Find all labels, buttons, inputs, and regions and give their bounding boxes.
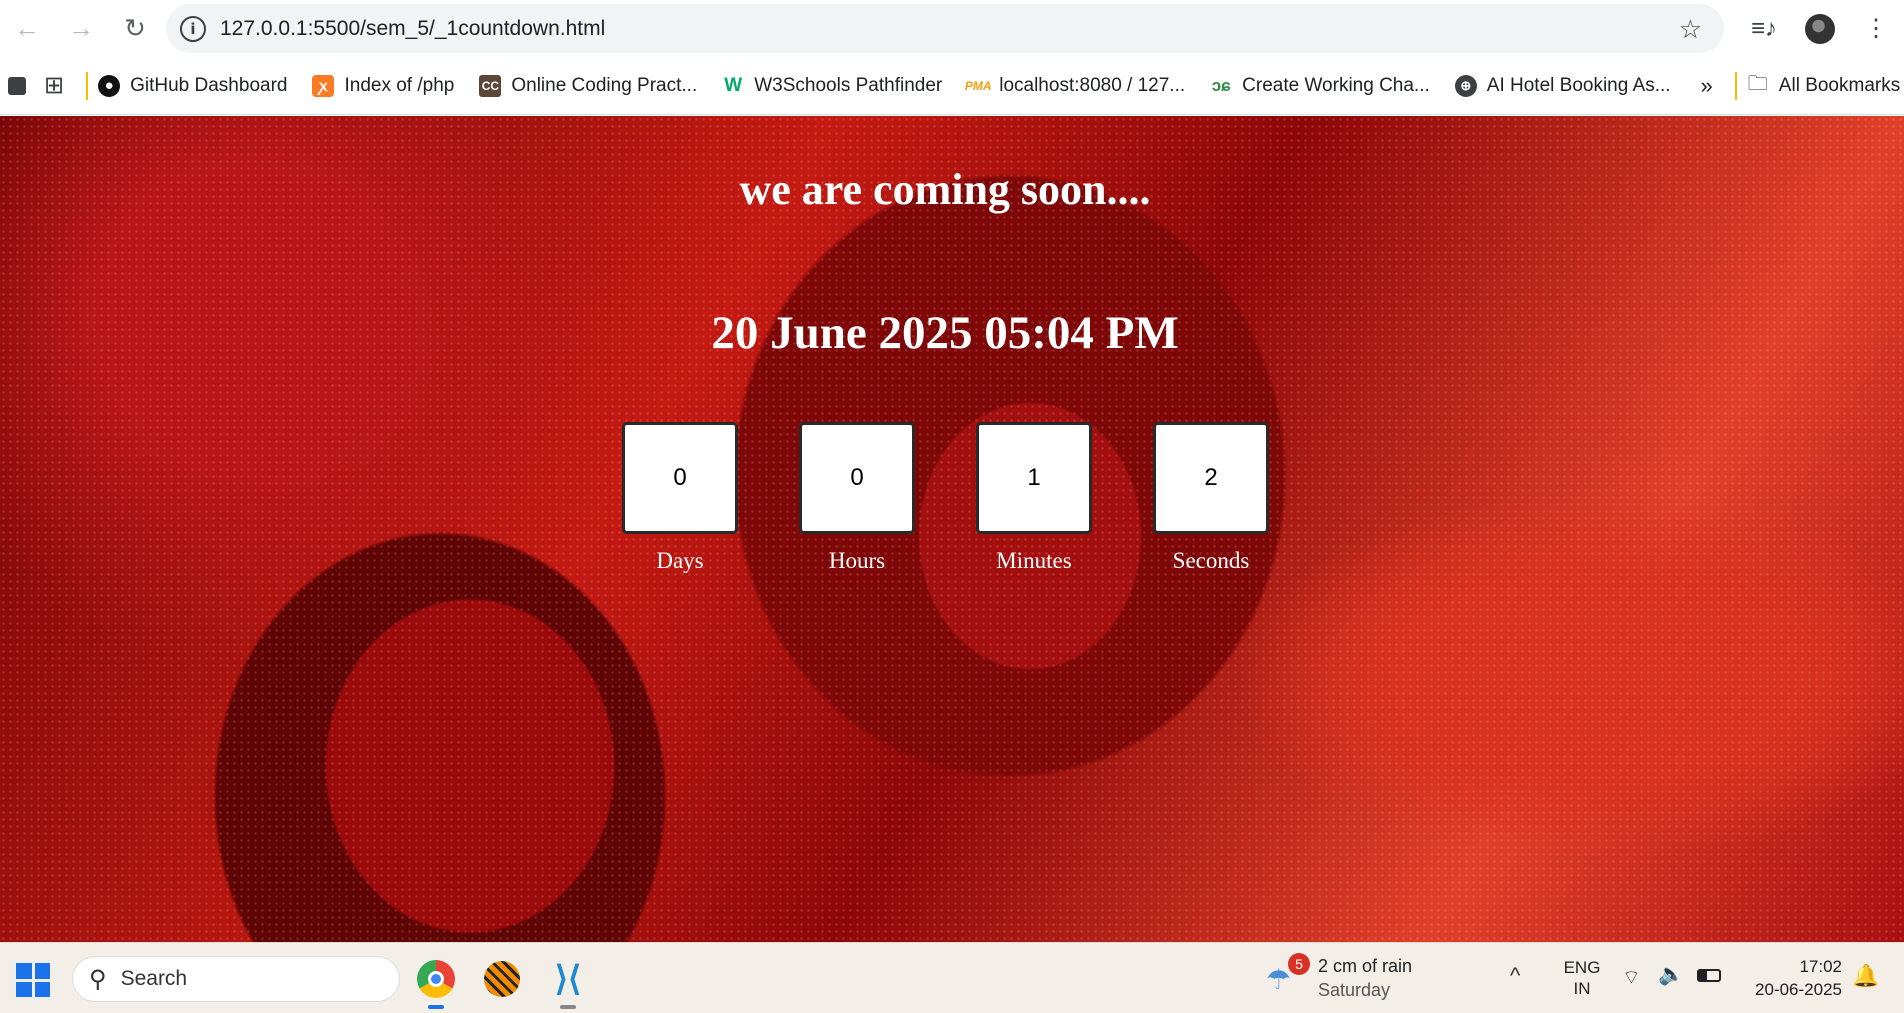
geeksforgeeks-icon: ↄɕ (1211, 75, 1231, 95)
github-icon: ● (98, 74, 121, 97)
all-bookmarks-button[interactable]: 🗀 All Bookmarks (1747, 57, 1900, 114)
battery-level (1699, 971, 1707, 980)
address-bar[interactable]: i 127.0.0.1:5500/sem_5/_1countdown.html … (166, 4, 1724, 53)
codechef-icon: CC (479, 74, 502, 97)
notification-bell-icon[interactable]: 🔔 (1852, 963, 1879, 989)
bookmark-label: localhost:8080 / 127... (999, 74, 1186, 96)
arrow-right-icon: → (68, 13, 94, 43)
folder-icon: 🗀 (1747, 72, 1768, 95)
countdown-seconds: 2 Seconds (1153, 422, 1269, 574)
countdown-hours: 0 Hours (799, 422, 915, 574)
countdown-label: Minutes (996, 548, 1072, 573)
bookmark-label: Create Working Cha... (1242, 74, 1430, 96)
active-indicator (428, 1005, 444, 1009)
windows-start-icon[interactable] (16, 963, 50, 997)
chevron-double-right-icon: » (1700, 72, 1713, 98)
countdown-days: 0 Days (622, 422, 738, 574)
volume-icon[interactable]: 🔈 (1658, 963, 1684, 987)
countdown-value: 2 (1153, 422, 1269, 534)
clock-time: 17:02 (1799, 957, 1842, 976)
avatar (1805, 13, 1835, 44)
reload-icon: ↻ (124, 13, 146, 43)
taskbar-search[interactable]: ⚲ Search (72, 956, 400, 1002)
w3schools-icon: W (724, 74, 743, 96)
region-code: IN (1573, 979, 1591, 998)
bookmark-ai-hotel-booking[interactable]: ⊕ AI Hotel Booking As... (1454, 57, 1671, 114)
chrome-taskbar-app[interactable] (412, 955, 460, 1009)
back-button[interactable]: ← (0, 0, 54, 57)
forward-button[interactable]: → (54, 0, 108, 57)
bookmark-label: GitHub Dashboard (130, 74, 288, 96)
reload-button[interactable]: ↻ (108, 0, 162, 57)
tab-search-icon[interactable] (8, 57, 26, 114)
countdown-label: Seconds (1172, 548, 1250, 573)
countdown-value: 0 (799, 422, 915, 534)
battery-icon[interactable] (1697, 969, 1721, 982)
countdown-minutes: 1 Minutes (976, 422, 1092, 574)
vscode-icon: ⟩⟨ (554, 960, 582, 998)
bookmark-separator (86, 71, 89, 100)
search-placeholder: Search (120, 967, 188, 990)
running-indicator (560, 1005, 576, 1009)
bookmark-online-coding[interactable]: CC Online Coding Pract... (479, 57, 697, 114)
bookmark-label: Online Coding Pract... (511, 74, 698, 96)
wifi-icon[interactable]: ⌔ (1622, 965, 1641, 990)
bookmark-index-of-php[interactable]: ꭗ Index of /php (312, 57, 454, 114)
countdown-label: Hours (828, 548, 886, 573)
chrome-icon (417, 960, 455, 998)
umbrella-rain-icon: ☂ (1266, 964, 1292, 995)
lpu-app-icon (484, 961, 520, 997)
countdown-label: Days (656, 548, 704, 573)
clock-date: 20-06-2025 (1755, 980, 1842, 999)
bookmark-w3schools[interactable]: W W3Schools Pathfinder (722, 57, 942, 114)
countdown-page: we are coming soon.... 20 June 2025 05:0… (0, 116, 1904, 942)
windows-taskbar: ⚲ Search ⟩⟨ ☂ 5 2 cm of rain Saturday ^ … (0, 942, 1904, 1013)
weather-text: 2 cm of rain (1318, 956, 1413, 976)
page-title: we are coming soon.... (739, 165, 1151, 214)
chevron-up-icon[interactable]: ^ (1510, 963, 1520, 989)
bookmark-label: Index of /php (344, 74, 455, 96)
bookmarks-bar: ⊞ ● GitHub Dashboard ꭗ Index of /php CC … (0, 57, 1904, 115)
menu-kebab-icon[interactable]: ⋮ (1848, 14, 1904, 43)
weather-badge: 5 (1288, 953, 1310, 975)
url-text[interactable]: 127.0.0.1:5500/sem_5/_1countdown.html (220, 17, 605, 41)
arrow-left-icon: ← (14, 13, 40, 43)
phpmyadmin-icon: PMA (964, 78, 992, 93)
apps-grid-icon[interactable]: ⊞ (44, 57, 64, 114)
weather-day: Saturday (1318, 980, 1391, 1000)
site-info-icon[interactable]: i (180, 15, 206, 42)
browser-toolbar: ← → ↻ i 127.0.0.1:5500/sem_5/_1countdown… (0, 0, 1904, 57)
media-control-icon[interactable]: ≡♪ (1736, 15, 1792, 43)
bookmark-github-dashboard[interactable]: ● GitHub Dashboard (98, 57, 287, 114)
bookmark-separator (1734, 71, 1737, 100)
clock[interactable]: 17:02 20-06-2025 (1738, 955, 1842, 1001)
countdown-value: 1 (976, 422, 1092, 534)
bookmark-star-icon[interactable]: ☆ (1679, 14, 1702, 45)
countdown-timer: 0 Days 0 Hours 1 Minutes 2 Seconds (622, 422, 1330, 574)
bookmark-create-working-chat[interactable]: ↄɕ Create Working Cha... (1210, 57, 1430, 114)
bookmark-label: AI Hotel Booking As... (1486, 74, 1671, 96)
globe-icon: ⊕ (1454, 74, 1477, 97)
countdown-value: 0 (622, 422, 738, 534)
more-bookmarks-button[interactable]: » (1701, 57, 1713, 114)
bookmark-localhost[interactable]: PMA localhost:8080 / 127... (964, 57, 1186, 114)
language-code: ENG (1563, 958, 1601, 977)
weather-widget[interactable]: ☂ 5 2 cm of rain Saturday (1266, 953, 1446, 1005)
language-indicator[interactable]: ENG IN (1560, 957, 1604, 999)
vscode-taskbar-app[interactable]: ⟩⟨ (544, 955, 592, 1009)
target-datetime: 20 June 2025 05:04 PM (711, 307, 1179, 359)
all-bookmarks-label: All Bookmarks (1778, 74, 1901, 96)
search-icon: ⚲ (89, 965, 107, 993)
bookmark-label: W3Schools Pathfinder (754, 74, 943, 96)
app-taskbar-icon[interactable] (478, 955, 526, 1003)
profile-button[interactable] (1792, 13, 1848, 44)
xampp-icon: ꭗ (312, 74, 335, 97)
